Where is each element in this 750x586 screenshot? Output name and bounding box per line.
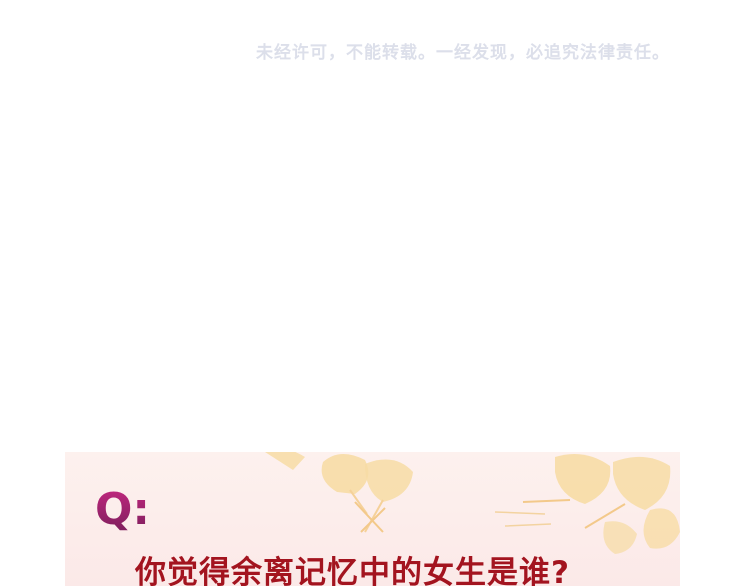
ginkgo-leaf-icon <box>321 453 369 515</box>
ginkgo-leaf-icon <box>603 521 637 554</box>
ginkgo-leaf-icon <box>522 454 611 504</box>
ginkgo-leaf-icon <box>354 501 386 533</box>
ginkgo-leaf-icon <box>265 452 305 470</box>
question-marker: Q: <box>95 484 150 535</box>
ginkgo-leaf-icon <box>643 508 680 549</box>
question-card: Q: 你觉得余离记忆中的女生是谁? <box>65 452 680 586</box>
question-text: 你觉得余离记忆中的女生是谁? <box>135 555 570 586</box>
copyright-notice: 未经许可，不能转载。一经发现，必追究法律责任。 <box>256 43 670 63</box>
